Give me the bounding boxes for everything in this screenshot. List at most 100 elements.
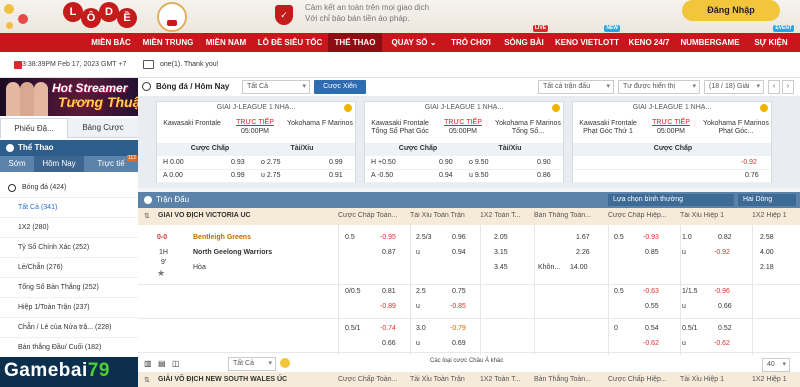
odds-value[interactable]: -0.62 bbox=[643, 340, 659, 347]
tab-bet-slip[interactable]: Phiếu Đặ... bbox=[0, 118, 68, 138]
next-button[interactable]: › bbox=[782, 80, 794, 94]
featured-card[interactable]: GIẢI J-LEAGUE 1 NHẬ... Kawasaki Frontale… bbox=[572, 101, 772, 183]
nav-numbergame[interactable]: NUMBERGAME bbox=[676, 33, 744, 52]
odds-value[interactable]: 0.86 bbox=[537, 172, 551, 179]
odds-value[interactable]: 0.55 bbox=[645, 303, 659, 310]
list-item[interactable]: 1X2 (280) bbox=[0, 218, 138, 238]
mail-icon[interactable] bbox=[143, 60, 154, 69]
market-select[interactable]: Tất Cả bbox=[242, 80, 310, 94]
nav-quay-so[interactable]: QUAY SỐ ⌄ bbox=[384, 33, 444, 52]
odds-value[interactable]: -0.96 bbox=[714, 288, 730, 295]
list-item[interactable]: Hiệp 1/Toàn Trận (237) bbox=[0, 298, 138, 318]
nav-the-thao[interactable]: THỂ THAO bbox=[328, 33, 382, 52]
odds-value[interactable]: 0.99 bbox=[329, 159, 343, 166]
odds-value[interactable]: 3.15 bbox=[494, 249, 508, 256]
nav-song-bai[interactable]: SÒNG BÀI LIVE bbox=[498, 25, 550, 52]
odds-value[interactable]: 0.85 bbox=[645, 249, 659, 256]
nav-keno-vietlott[interactable]: KENO VIETLOTT NEW bbox=[552, 25, 622, 52]
parlay-button[interactable]: Cược Xiên bbox=[314, 80, 366, 94]
odds-value[interactable]: 0.81 bbox=[382, 288, 396, 295]
odds-value[interactable]: 0.66 bbox=[718, 303, 732, 310]
stream-icon[interactable] bbox=[344, 104, 352, 112]
odds-value[interactable]: 0.90 bbox=[537, 159, 551, 166]
nav-lo-de-sieu-toc[interactable]: LÔ ĐỀ SIÊU TỐC bbox=[254, 33, 326, 52]
odds-value[interactable]: 0.76 bbox=[745, 172, 759, 179]
collapse-icon[interactable]: ⇅ bbox=[144, 376, 150, 384]
odds-value[interactable]: 2.26 bbox=[576, 249, 590, 256]
odds-value[interactable]: 2.05 bbox=[494, 234, 508, 241]
tab-live[interactable]: Trực tiế 112 bbox=[84, 155, 138, 172]
tab-early[interactable]: Sớm bbox=[0, 156, 34, 172]
odds-value[interactable]: 4.00 bbox=[760, 249, 774, 256]
row-mode-select[interactable]: Hai Dòng bbox=[738, 194, 796, 206]
odds-value[interactable]: 1.67 bbox=[576, 234, 590, 241]
sport-item-football[interactable]: Bóng đá (424) bbox=[0, 178, 138, 198]
list-item[interactable]: Tất Cả (341) bbox=[0, 198, 138, 218]
list-item[interactable]: Lẻ/Chẵn (276) bbox=[0, 258, 138, 278]
featured-card[interactable]: GIẢI J-LEAGUE 1 NHẬ... Kawasaki Frontale… bbox=[156, 101, 356, 183]
odds-value[interactable]: -0.79 bbox=[450, 325, 466, 332]
odds-value[interactable]: -0.63 bbox=[643, 288, 659, 295]
odds-value[interactable]: 0.91 bbox=[329, 172, 343, 179]
odds-value[interactable]: 2.18 bbox=[760, 264, 774, 271]
nav-su-kien[interactable]: SỰ KIỆN EVENT bbox=[746, 25, 796, 52]
info-icon[interactable]: ▤ bbox=[158, 359, 166, 368]
view-mode-select[interactable]: Lựa chọn bình thường bbox=[608, 194, 734, 206]
odds-value[interactable]: -0.92 bbox=[714, 249, 730, 256]
stream-icon[interactable] bbox=[552, 104, 560, 112]
odds-value[interactable]: 0.52 bbox=[718, 325, 732, 332]
list-item[interactable]: Tổng Số Bàn Thắng (252) bbox=[0, 278, 138, 298]
odds-value[interactable]: 0.69 bbox=[452, 340, 466, 347]
site-logo[interactable]: L Ô D Ề bbox=[55, 0, 145, 33]
list-item[interactable]: Bàn thắng Đầu/ Cuối (182) bbox=[0, 338, 138, 358]
featured-card[interactable]: GIẢI J-LEAGUE 1 NHẬ... Kawasaki Frontale… bbox=[364, 101, 564, 183]
odds-value[interactable]: -0.89 bbox=[380, 303, 396, 310]
odds-value[interactable]: -0.85 bbox=[450, 303, 466, 310]
league-count-select[interactable]: (18 / 18) Giải bbox=[704, 80, 764, 94]
nav-keno-247[interactable]: KENO 24/7 bbox=[624, 33, 674, 52]
login-button[interactable]: Đăng Nhập bbox=[682, 0, 780, 21]
collapse-icon[interactable]: ⇅ bbox=[144, 212, 150, 220]
odds-value[interactable]: 0.66 bbox=[382, 340, 396, 347]
chart-icon[interactable]: ◫ bbox=[172, 359, 180, 368]
tab-bet-list[interactable]: Bảng Cược bbox=[68, 118, 138, 138]
odds-value[interactable]: 2.58 bbox=[760, 234, 774, 241]
odds-value[interactable]: -0.62 bbox=[714, 340, 730, 347]
odds-value[interactable]: -0.93 bbox=[643, 234, 659, 241]
odds-value[interactable]: 0.75 bbox=[452, 288, 466, 295]
favorite-star-icon[interactable]: ★ bbox=[157, 268, 165, 279]
odds-value[interactable]: 0.90 bbox=[439, 159, 453, 166]
odds-value[interactable]: 0.82 bbox=[718, 234, 732, 241]
odds-value[interactable]: 3.45 bbox=[494, 264, 508, 271]
list-item[interactable]: Chẵn / Lẻ của Nửa trậ... (228) bbox=[0, 318, 138, 338]
odds-value[interactable]: 0.99 bbox=[231, 172, 245, 179]
nav-tro-choi[interactable]: TRÒ CHƠI bbox=[446, 33, 496, 52]
odds-value[interactable]: 14.00 bbox=[570, 264, 588, 271]
nav-mien-bac[interactable]: MIỀN BẮC bbox=[86, 33, 136, 52]
stats-icon[interactable]: ▥ bbox=[144, 359, 152, 368]
odds-value[interactable]: 0.93 bbox=[231, 159, 245, 166]
odds-value[interactable]: -0.95 bbox=[380, 234, 396, 241]
odds-value[interactable]: 0.94 bbox=[439, 172, 453, 179]
nav-mien-trung[interactable]: MIỀN TRUNG bbox=[138, 33, 198, 52]
away-team[interactable]: North Geelong Warriors bbox=[193, 249, 272, 256]
odds-value[interactable]: 0.96 bbox=[452, 234, 466, 241]
nav-mien-nam[interactable]: MIỀN NAM bbox=[200, 33, 252, 52]
list-item[interactable]: Tỷ Số Chính Xác (252) bbox=[0, 238, 138, 258]
sort-select[interactable]: Tư được hiển thị bbox=[618, 80, 700, 94]
stream-icon[interactable] bbox=[760, 104, 768, 112]
match-filter-select[interactable]: Tất cả trận đấu bbox=[538, 80, 614, 94]
league-name[interactable]: GIẢI VÔ ĐỊCH VICTORIA ÚC bbox=[158, 212, 338, 219]
odds-value[interactable]: -0.74 bbox=[380, 325, 396, 332]
league-name[interactable]: GIẢI VÔ ĐỊCH NEW SOUTH WALES ÚC bbox=[158, 376, 338, 383]
odds-value[interactable]: 0.54 bbox=[645, 325, 659, 332]
bet-type-select[interactable]: Tất Cả bbox=[228, 357, 276, 371]
home-team[interactable]: Bentleigh Greens bbox=[193, 234, 251, 241]
prev-button[interactable]: ‹ bbox=[768, 80, 780, 94]
odds-value[interactable]: 0.87 bbox=[382, 249, 396, 256]
more-asian-bets-link[interactable]: Các loại cược Châu Á khác bbox=[430, 358, 503, 364]
hot-streamer-banner[interactable]: Hot Streamer Tương Thuật bbox=[0, 78, 138, 116]
page-size-select[interactable]: 40 bbox=[762, 358, 790, 372]
stream-icon[interactable] bbox=[280, 358, 290, 368]
odds-value[interactable]: 0.94 bbox=[452, 249, 466, 256]
